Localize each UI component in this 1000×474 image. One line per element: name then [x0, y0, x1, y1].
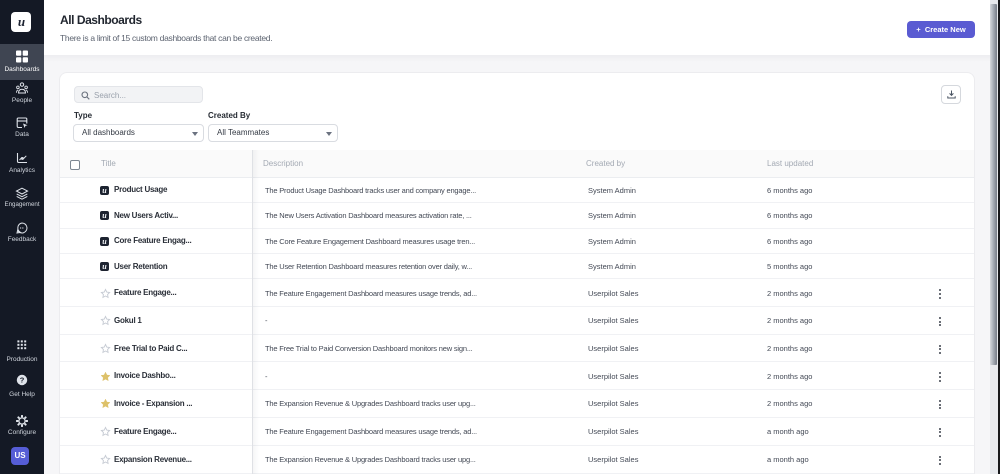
- svg-text:?: ?: [20, 376, 25, 385]
